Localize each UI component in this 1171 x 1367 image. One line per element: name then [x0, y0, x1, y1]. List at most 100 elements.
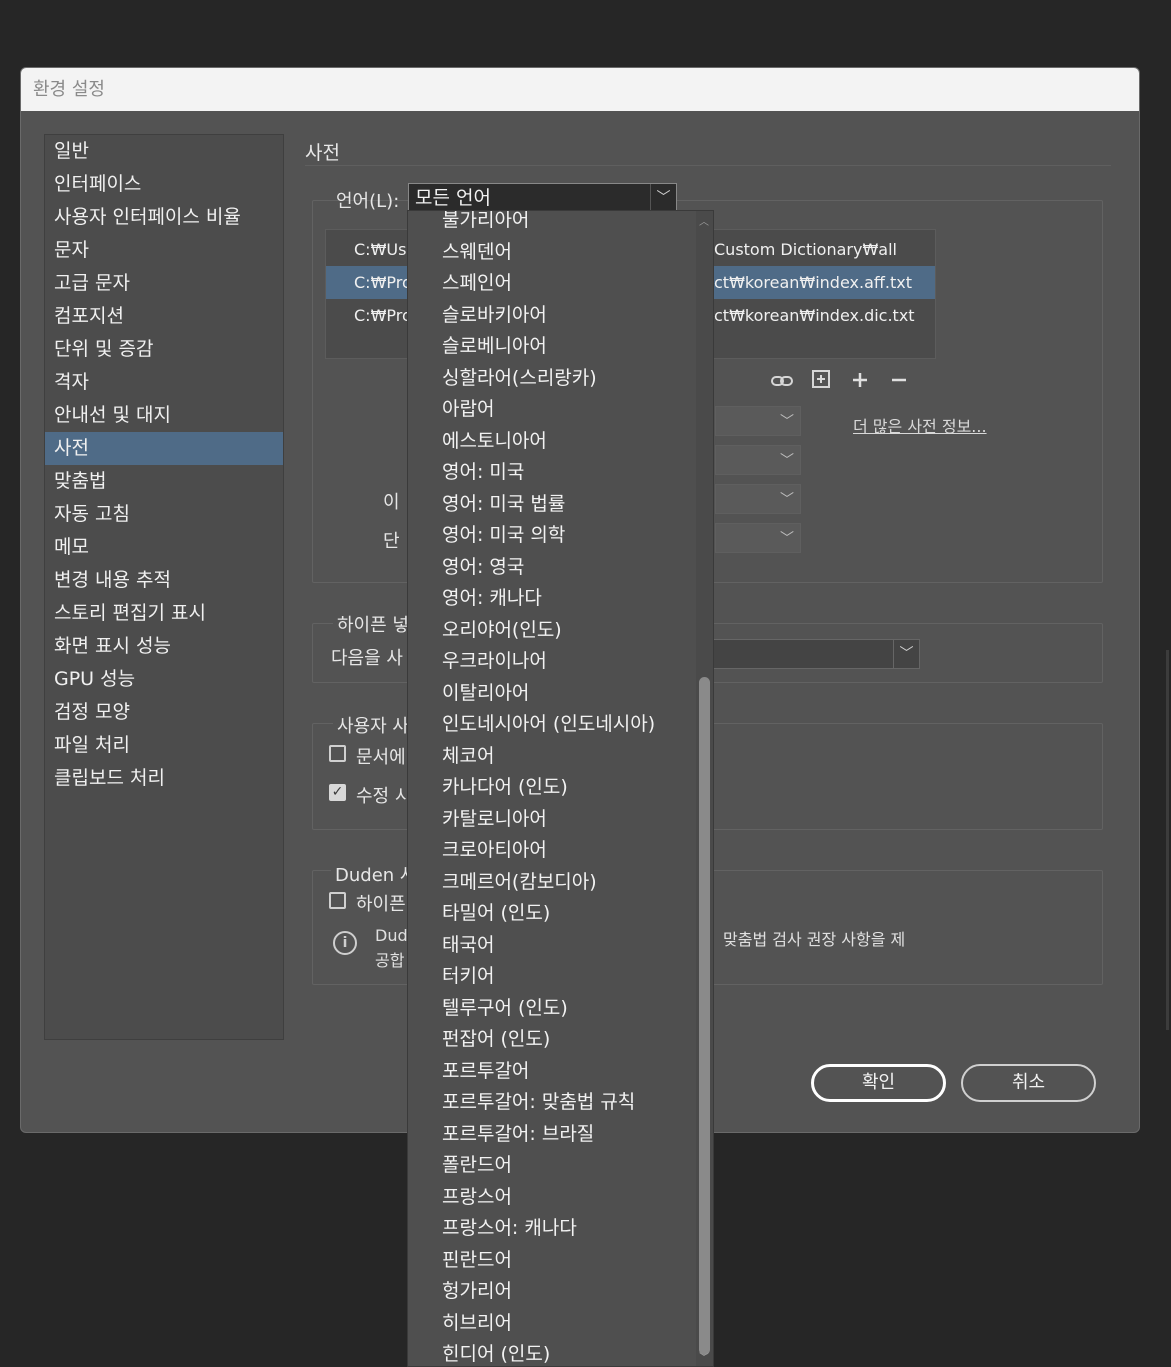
dictionary-option-select-1[interactable]: ﹀ — [715, 406, 801, 436]
language-option[interactable]: 에스토니아어 — [408, 426, 698, 458]
scroll-down-icon[interactable]: ﹀ — [699, 1349, 709, 1364]
duden-info-text-right: 맞춤법 검사 권장 사항을 제 — [723, 930, 906, 949]
language-option[interactable]: 우크라이나어 — [408, 646, 698, 678]
sidebar-item[interactable]: 문자 — [45, 234, 283, 267]
background-window-edge — [1166, 650, 1169, 1030]
sidebar-item[interactable]: 맞춤법 — [45, 465, 283, 498]
dictionary-path-right: ct₩korean₩index.aff.txt — [714, 273, 912, 292]
chevron-down-icon: ﹀ — [780, 453, 794, 469]
sidebar-item[interactable]: 격자 — [45, 366, 283, 399]
duden-info-text-2: 공합 — [375, 951, 405, 970]
sidebar-item[interactable]: 단위 및 증감 — [45, 333, 283, 366]
language-option[interactable]: 영어: 미국 — [408, 457, 698, 489]
duden-hyphen-checkbox[interactable] — [329, 892, 346, 909]
sidebar-item[interactable]: 변경 내용 추적 — [45, 564, 283, 597]
language-option[interactable]: 이탈리아어 — [408, 678, 698, 710]
merge-into-document-checkbox[interactable] — [329, 745, 346, 762]
sidebar-item[interactable]: 검정 모양 — [45, 696, 283, 729]
language-option[interactable]: 카나다어 (인도) — [408, 772, 698, 804]
sidebar-item[interactable]: 메모 — [45, 531, 283, 564]
cancel-button[interactable]: 취소 — [961, 1064, 1096, 1102]
name-label: 이 — [383, 492, 400, 513]
language-option[interactable]: 펀잡어 (인도) — [408, 1024, 698, 1056]
duden-info-text-1: Dud — [375, 926, 408, 945]
add-icon[interactable] — [843, 370, 877, 394]
sidebar-item[interactable]: 인터페이스 — [45, 168, 283, 201]
dictionary-option-select-4[interactable]: ﹀ — [715, 523, 801, 553]
scrollbar-thumb[interactable] — [699, 677, 710, 1355]
language-option[interactable]: 폴란드어 — [408, 1150, 698, 1182]
language-option[interactable]: 카탈로니아어 — [408, 804, 698, 836]
sidebar-item[interactable]: 고급 문자 — [45, 267, 283, 300]
merge-into-document-label: 문서에 — [356, 747, 406, 768]
dictionary-option-select-3[interactable]: ﹀ — [715, 484, 801, 514]
chevron-down-icon[interactable]: ﹀ — [650, 184, 676, 212]
sidebar-item[interactable]: 안내선 및 대지 — [45, 399, 283, 432]
language-option[interactable]: 영어: 미국 법률 — [408, 489, 698, 521]
sidebar-item[interactable]: GPU 성능 — [45, 663, 283, 696]
new-dictionary-icon[interactable] — [804, 370, 838, 394]
language-label: 언어(L): — [336, 191, 400, 212]
language-select[interactable]: 모든 언어 ﹀ — [408, 183, 677, 213]
language-option[interactable]: 포르투갈어 — [408, 1056, 698, 1088]
language-option[interactable]: 핀란드어 — [408, 1245, 698, 1277]
word-label: 단 — [383, 531, 400, 552]
language-option[interactable]: 태국어 — [408, 930, 698, 962]
language-option[interactable]: 히브리어 — [408, 1308, 698, 1340]
language-option[interactable]: 크로아티아어 — [408, 835, 698, 867]
sidebar-item[interactable]: 클립보드 처리 — [45, 762, 283, 795]
sidebar-item[interactable]: 화면 표시 성능 — [45, 630, 283, 663]
language-option[interactable]: 싱할라어(스리랑카) — [408, 363, 698, 395]
category-sidebar: 일반 인터페이스 사용자 인터페이스 비율 문자 고급 문자 컴포지션 단위 및 증감 격자 안… — [44, 134, 284, 1040]
language-option[interactable]: 영어: 미국 의학 — [408, 520, 698, 552]
recompose-on-modify-checkbox[interactable]: ✓ — [329, 784, 346, 801]
chevron-down-icon: ﹀ — [780, 414, 794, 430]
language-dropdown-list[interactable]: 불가리아어 스웨덴어 스페인어 슬로바키아어 슬로베니아어 싱할라어(스리랑카) 아랍어 에스… — [407, 210, 714, 1367]
language-option[interactable]: 포르투갈어: 브라질 — [408, 1119, 698, 1151]
hyphen-exception-select[interactable]: ﹀ — [713, 639, 920, 669]
language-option[interactable]: 크메르어(캄보디아) — [408, 867, 698, 899]
language-option[interactable]: 프랑스어: 캐나다 — [408, 1213, 698, 1245]
dictionary-path-right: ct₩korean₩index.dic.txt — [714, 306, 915, 325]
page-title: 사전 — [305, 142, 340, 164]
sidebar-item[interactable]: 사전 — [45, 432, 283, 465]
user-dictionary-section-label: 사용자 사 — [333, 712, 413, 738]
sidebar-item[interactable]: 일반 — [45, 135, 283, 168]
sidebar-item[interactable]: 사용자 인터페이스 비율 — [45, 201, 283, 234]
language-option[interactable]: 불가리아어 — [408, 211, 698, 237]
sidebar-item[interactable]: 스토리 편집기 표시 — [45, 597, 283, 630]
language-option[interactable]: 인도네시아어 (인도네시아) — [408, 709, 698, 741]
language-option[interactable]: 헝가리어 — [408, 1276, 698, 1308]
duden-hyphen-label: 하이픈 — [356, 894, 406, 915]
title-divider — [305, 165, 1111, 166]
language-option[interactable]: 슬로베니아어 — [408, 331, 698, 363]
language-option[interactable]: 스페인어 — [408, 268, 698, 300]
link-icon[interactable] — [765, 370, 799, 394]
more-dictionary-info-link[interactable]: 더 많은 사전 정보... — [853, 413, 987, 437]
language-option[interactable]: 아랍어 — [408, 394, 698, 426]
info-icon: i — [333, 931, 357, 955]
language-option[interactable]: 스웨덴어 — [408, 237, 698, 269]
language-option[interactable]: 영어: 캐나다 — [408, 583, 698, 615]
language-option[interactable]: 프랑스어 — [408, 1182, 698, 1214]
language-option[interactable]: 타밀어 (인도) — [408, 898, 698, 930]
language-option[interactable]: 터키어 — [408, 961, 698, 993]
language-option[interactable]: 힌디어 (인도) — [408, 1339, 698, 1366]
language-option[interactable]: 슬로바키아어 — [408, 300, 698, 332]
dictionary-toolbar — [765, 370, 916, 394]
language-option[interactable]: 오리야어(인도) — [408, 615, 698, 647]
language-option[interactable]: 포르투갈어: 맞춤법 규칙 — [408, 1087, 698, 1119]
scroll-up-icon[interactable]: ︿ — [699, 213, 709, 228]
sidebar-item[interactable]: 파일 처리 — [45, 729, 283, 762]
dictionary-option-select-2[interactable]: ﹀ — [715, 445, 801, 475]
language-option[interactable]: 영어: 영국 — [408, 552, 698, 584]
language-select-value: 모든 언어 — [415, 187, 491, 209]
sidebar-item[interactable]: 컴포지션 — [45, 300, 283, 333]
sidebar-item[interactable]: 자동 고침 — [45, 498, 283, 531]
language-option[interactable]: 텔루구어 (인도) — [408, 993, 698, 1025]
dropdown-scrollbar[interactable]: ︿ ﹀ — [696, 211, 713, 1366]
ok-button[interactable]: 확인 — [811, 1064, 946, 1102]
remove-icon[interactable] — [882, 370, 916, 394]
recompose-on-modify-label: 수정 시 — [356, 786, 412, 807]
language-option[interactable]: 체코어 — [408, 741, 698, 773]
